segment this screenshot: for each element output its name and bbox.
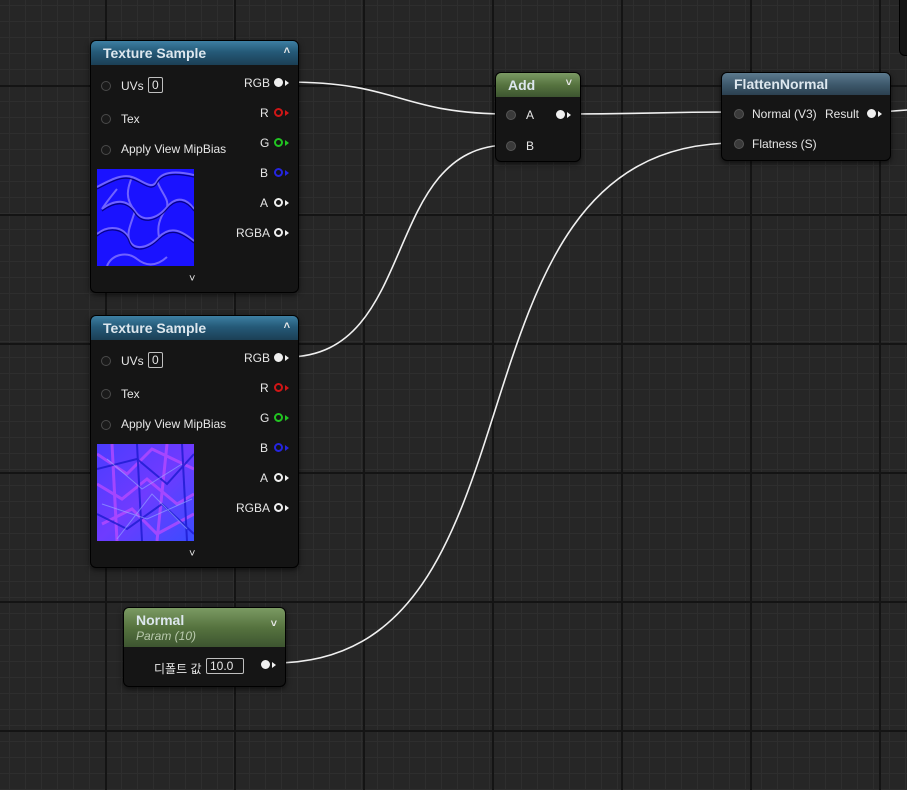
a-output-arrow-icon [285, 475, 289, 481]
b-output-pin[interactable] [274, 168, 283, 177]
uvs-value-field[interactable]: 0 [148, 352, 163, 368]
rgba-output-pin[interactable] [274, 228, 283, 237]
a-input-label: A [526, 108, 535, 122]
a-output-pin[interactable] [274, 473, 283, 482]
uvs-label: UVs [121, 354, 144, 368]
add-output-pin[interactable] [556, 110, 565, 119]
collapse-chevron-down-icon[interactable]: ˅ [566, 77, 572, 89]
node-header[interactable]: FlattenNormal [722, 73, 890, 95]
rgb-output-pin[interactable] [274, 78, 283, 87]
result-output-pin[interactable] [867, 109, 876, 118]
node-title: FlattenNormal [734, 76, 829, 92]
collapse-chevron-up-icon[interactable]: ˄ [284, 320, 290, 332]
b-output-label: B [260, 166, 269, 180]
collapse-chevron-down-icon[interactable]: ˅ [271, 618, 277, 630]
mipbias-pin[interactable] [101, 145, 111, 155]
texture-sample-node-1[interactable]: Texture Sample ˄ UVs 0 Tex Apply View Mi… [90, 40, 299, 293]
uvs-pin[interactable] [101, 356, 111, 366]
rgb-output-pin[interactable] [274, 353, 283, 362]
a-output-pin[interactable] [274, 198, 283, 207]
g-output-pin[interactable] [274, 413, 283, 422]
rgba-output-label: RGBA [236, 226, 271, 240]
rgb-output-label: RGB [244, 351, 271, 365]
param-title: Normal [136, 612, 185, 628]
rgba-output-label: RGBA [236, 501, 271, 515]
normal-input-label: Normal (V3) [752, 107, 817, 121]
b-output-pin[interactable] [274, 443, 283, 452]
g-output-label: G [260, 411, 270, 425]
offscreen-node-edge[interactable] [899, 0, 907, 56]
a-output-arrow-icon [285, 200, 289, 206]
rgb-output-arrow-icon [285, 80, 289, 86]
default-value-label: 디폴트 값 [154, 662, 202, 676]
texture-thumbnail [97, 444, 194, 541]
flatness-input-pin[interactable] [734, 139, 744, 149]
b-output-arrow-icon [285, 170, 289, 176]
texture-sample-node-2[interactable]: Texture Sample ˄ UVs 0 Tex Apply View Mi… [90, 315, 299, 568]
mipbias-label: Apply View MipBias [121, 417, 227, 431]
b-output-arrow-icon [285, 445, 289, 451]
g-output-arrow-icon [285, 415, 289, 421]
node-title: Texture Sample [103, 320, 207, 336]
r-output-arrow-icon [285, 110, 289, 116]
rgba-output-arrow-icon [285, 505, 289, 511]
rgba-output-pin[interactable] [274, 503, 283, 512]
node-header[interactable]: Add ˅ [496, 73, 580, 97]
param-output-arrow-icon [272, 662, 276, 668]
rgba-output-arrow-icon [285, 230, 289, 236]
uvs-value-field[interactable]: 0 [148, 77, 163, 93]
rgb-output-label: RGB [244, 76, 271, 90]
g-output-arrow-icon [285, 140, 289, 146]
flatten-normal-node[interactable]: FlattenNormal Normal (V3) Flatness (S) R… [721, 72, 891, 161]
node-header[interactable]: Texture Sample ˄ [91, 41, 298, 65]
a-output-label: A [260, 196, 269, 210]
node-header[interactable]: Texture Sample ˄ [91, 316, 298, 340]
r-output-pin[interactable] [274, 383, 283, 392]
uvs-label: UVs [121, 79, 144, 93]
flatness-input-label: Flatness (S) [752, 137, 817, 151]
b-output-label: B [260, 441, 269, 455]
g-output-label: G [260, 136, 270, 150]
expand-chevron-down-icon[interactable]: ˅ [189, 273, 195, 285]
param-output-pin[interactable] [261, 660, 270, 669]
r-output-label: R [260, 106, 269, 120]
node-title: Add [508, 77, 536, 93]
node-title: Texture Sample [103, 45, 207, 61]
collapse-chevron-up-icon[interactable]: ˄ [284, 45, 290, 57]
a-output-label: A [260, 471, 269, 485]
node-header[interactable]: Normal Param (10) ˅ [124, 608, 285, 647]
expand-chevron-down-icon[interactable]: ˅ [189, 548, 195, 560]
mipbias-pin[interactable] [101, 420, 111, 430]
mipbias-label: Apply View MipBias [121, 142, 227, 156]
default-value-field[interactable]: 10.0 [206, 658, 244, 674]
r-output-pin[interactable] [274, 108, 283, 117]
b-input-pin[interactable] [506, 141, 516, 151]
r-output-label: R [260, 381, 269, 395]
uvs-pin[interactable] [101, 81, 111, 91]
param-subtitle: Param (10) [136, 629, 197, 643]
b-input-label: B [526, 139, 535, 153]
normal-param-node[interactable]: Normal Param (10) ˅ 디폴트 값 10.0 [123, 607, 286, 687]
a-input-pin[interactable] [506, 110, 516, 120]
tex-label: Tex [121, 112, 140, 126]
tex-pin[interactable] [101, 389, 111, 399]
texture-thumbnail [97, 169, 194, 266]
tex-label: Tex [121, 387, 140, 401]
rgb-output-arrow-icon [285, 355, 289, 361]
normal-input-pin[interactable] [734, 109, 744, 119]
g-output-pin[interactable] [274, 138, 283, 147]
add-output-arrow-icon [567, 112, 571, 118]
add-node[interactable]: Add ˅ A B [495, 72, 581, 162]
result-output-arrow-icon [878, 111, 882, 117]
tex-pin[interactable] [101, 114, 111, 124]
result-output-label: Result [825, 107, 860, 121]
r-output-arrow-icon [285, 385, 289, 391]
